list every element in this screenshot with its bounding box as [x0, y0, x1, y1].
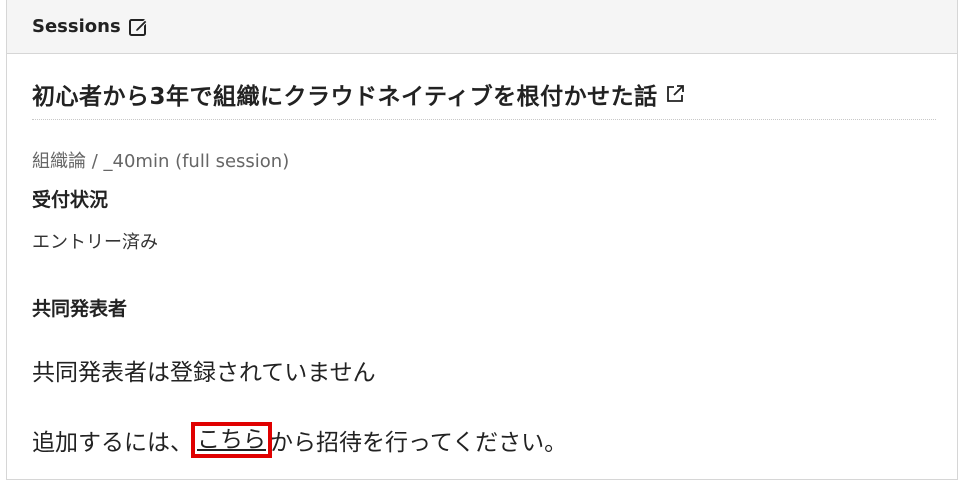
card-title: Sessions — [32, 16, 121, 37]
status-label: 受付状況 — [32, 189, 109, 211]
session-category: 組織論 / _40min (full session) — [32, 151, 290, 172]
card-body: 初心者から3年で組織にクラウドネイティブを根付かせた話 組織論 / _40min… — [7, 77, 957, 458]
session-title-row: 初心者から3年で組織にクラウドネイティブを根付かせた話 — [32, 77, 936, 120]
card-header: Sessions — [7, 0, 957, 54]
invite-suffix: から招待を行ってください。 — [270, 430, 568, 456]
invite-link[interactable]: こちら — [191, 422, 272, 458]
status-value: エントリー済み — [32, 232, 158, 253]
external-link-icon[interactable] — [664, 83, 686, 105]
no-co-presenters-message: 共同発表者は登録されていません — [32, 360, 376, 386]
sessions-card: Sessions 初心者から3年で組織にクラウドネイティブを根付かせた話 組織論… — [6, 0, 958, 480]
invite-instruction: 追加するには、 こちら から招待を行ってください。 — [32, 422, 932, 458]
edit-icon[interactable] — [127, 16, 149, 38]
session-title-link[interactable]: 初心者から3年で組織にクラウドネイティブを根付かせた話 — [32, 77, 658, 111]
co-presenters-label: 共同発表者 — [32, 298, 128, 320]
invite-prefix: 追加するには、 — [32, 430, 193, 456]
